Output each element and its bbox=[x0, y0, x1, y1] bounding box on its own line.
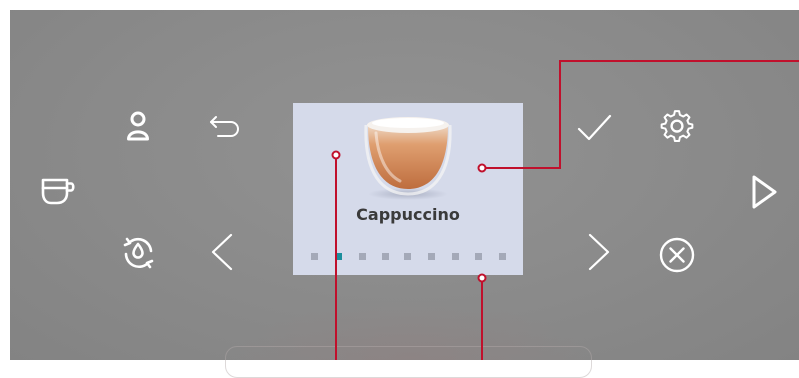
page-dot-active bbox=[335, 253, 342, 260]
checkmark-icon[interactable] bbox=[574, 108, 614, 148]
page-dot bbox=[452, 253, 459, 260]
page-dot bbox=[499, 253, 506, 260]
cup-icon[interactable] bbox=[38, 172, 78, 212]
rinse-cycle-icon[interactable] bbox=[118, 232, 158, 272]
bottom-bar bbox=[225, 346, 592, 378]
beverage-display[interactable]: Cappuccino bbox=[293, 103, 523, 275]
page-dot bbox=[428, 253, 435, 260]
return-arrow-icon[interactable] bbox=[202, 110, 242, 150]
chevron-right-icon[interactable] bbox=[578, 232, 618, 272]
beverage-name: Cappuccino bbox=[356, 205, 460, 224]
gear-icon[interactable] bbox=[657, 108, 697, 148]
page-dot bbox=[311, 253, 318, 260]
cancel-circle-icon[interactable] bbox=[657, 235, 697, 275]
chevron-left-icon[interactable] bbox=[203, 232, 243, 272]
person-icon[interactable] bbox=[118, 108, 158, 148]
page-dot bbox=[475, 253, 482, 260]
page-dot bbox=[404, 253, 411, 260]
page-dot bbox=[359, 253, 366, 260]
page-indicator bbox=[293, 253, 523, 261]
page-dot bbox=[382, 253, 389, 260]
cappuccino-cup-image bbox=[364, 117, 452, 200]
play-triangle-icon[interactable] bbox=[745, 172, 785, 212]
